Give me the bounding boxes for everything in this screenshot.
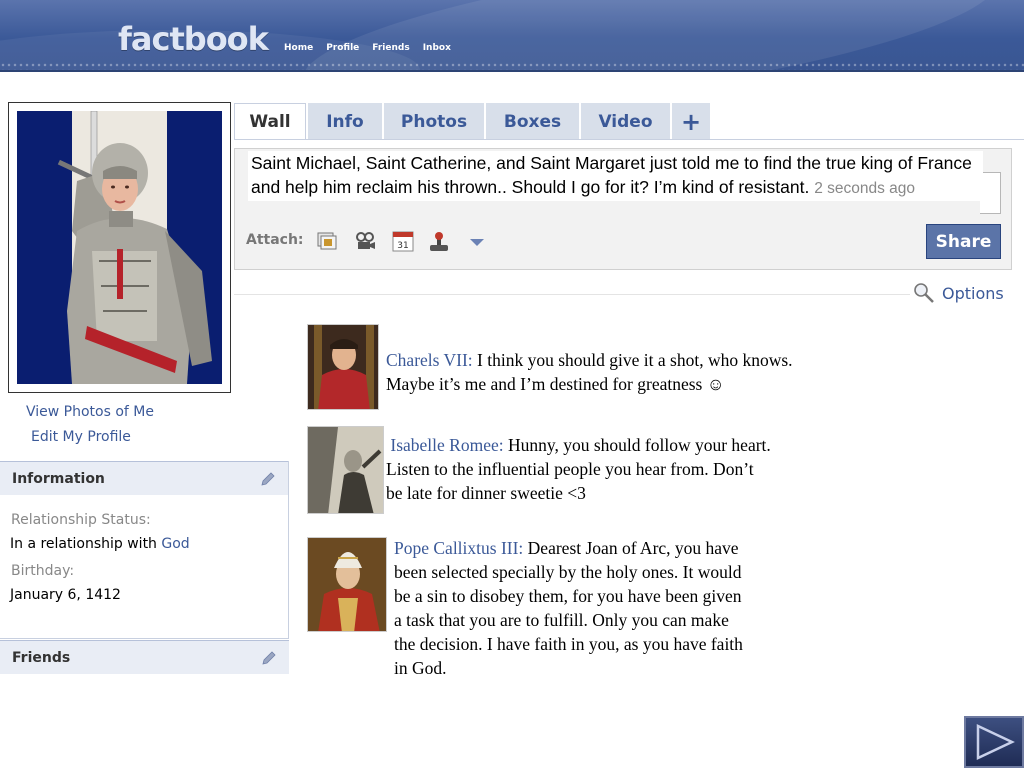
post-text: a task that you are to fulfill. Only you… — [394, 610, 729, 630]
tab-wall[interactable]: Wall — [234, 103, 306, 140]
post-text: Dearest Joan of Arc, you have — [527, 538, 739, 558]
calendar-icon[interactable]: 31 — [392, 231, 414, 252]
information-header: Information — [0, 461, 288, 495]
post-text: be a sin to disobey them, for you have b… — [394, 586, 742, 606]
tab-boxes[interactable]: Boxes — [486, 103, 579, 140]
wall-divider — [234, 294, 910, 295]
avatar[interactable] — [307, 426, 384, 514]
edit-pencil-icon[interactable] — [260, 471, 276, 487]
avatar[interactable] — [307, 537, 387, 632]
tab-add[interactable]: + — [672, 103, 710, 140]
edit-profile-link[interactable]: Edit My Profile — [31, 429, 131, 445]
relationship-value: In a relationship with God — [10, 536, 190, 552]
post-text: in God. — [394, 658, 447, 678]
video-icon[interactable] — [354, 231, 376, 252]
nav-friends[interactable]: Friends — [372, 43, 409, 53]
joystick-icon[interactable] — [428, 231, 450, 252]
calendar-day: 31 — [397, 241, 408, 251]
post-author-link[interactable]: Charels VII: — [386, 350, 473, 370]
top-header: factbook Home Profile Friends Inbox — [0, 0, 1024, 72]
photo-icon[interactable] — [316, 231, 338, 252]
friends-box: Friends — [0, 640, 289, 674]
profile-tabs: Wall Info Photos Boxes Video + — [234, 103, 710, 140]
post-isabelle-romee: Isabelle Romee: Hunny, you should follow… — [386, 433, 836, 505]
attach-label: Attach: — [246, 232, 304, 248]
top-nav: Home Profile Friends Inbox — [284, 43, 451, 53]
post-text: Hunny, you should follow your heart. — [507, 435, 771, 455]
site-logo[interactable]: factbook — [118, 20, 269, 58]
birthday-label: Birthday: — [11, 563, 75, 579]
friends-header: Friends — [0, 640, 289, 674]
play-arrow-icon — [976, 724, 1015, 760]
post-text: been selected specially by the holy ones… — [394, 562, 742, 582]
tab-photos[interactable]: Photos — [384, 103, 484, 140]
post-pope-callixtus: Pope Callixtus III: Dearest Joan of Arc,… — [394, 536, 814, 680]
relationship-prefix: In a relationship with — [10, 536, 162, 552]
share-button[interactable]: Share — [926, 224, 1001, 259]
status-input-edge[interactable] — [980, 172, 1001, 214]
tab-divider — [234, 139, 1024, 140]
post-author-link[interactable]: Isabelle Romee: — [390, 435, 503, 455]
dropdown-arrow-icon[interactable] — [466, 231, 488, 252]
profile-photo-frame — [8, 102, 231, 393]
view-photos-link[interactable]: View Photos of Me — [26, 404, 154, 420]
magnifier-icon — [914, 283, 934, 303]
status-timestamp: 2 seconds ago — [814, 180, 916, 197]
options-link[interactable]: Options — [913, 282, 1004, 304]
relationship-partner-link[interactable]: God — [161, 536, 189, 552]
post-text: be late for dinner sweetie <3 — [386, 483, 586, 503]
header-pattern — [0, 62, 1024, 70]
post-author-link[interactable]: Pope Callixtus III: — [394, 538, 523, 558]
profile-photo[interactable] — [17, 111, 222, 384]
post-text: Maybe it’s me and I’m destined for great… — [386, 374, 725, 394]
relationship-label: Relationship Status: — [11, 512, 151, 528]
post-charles-vii: Charels VII: I think you should give it … — [386, 348, 856, 396]
birthday-value: January 6, 1412 — [10, 587, 121, 603]
options-label: Options — [942, 283, 1004, 303]
nav-profile[interactable]: Profile — [326, 43, 359, 53]
post-text: the decision. I have faith in you, as yo… — [394, 634, 743, 654]
next-slide-button[interactable] — [964, 716, 1024, 768]
nav-home[interactable]: Home — [284, 43, 313, 53]
friends-title: Friends — [12, 649, 71, 666]
avatar[interactable] — [307, 324, 379, 410]
edit-pencil-icon[interactable] — [261, 650, 277, 666]
status-input[interactable]: Saint Michael, Saint Catherine, and Sain… — [248, 151, 983, 201]
post-text: I think you should give it a shot, who k… — [477, 350, 793, 370]
post-text: Listen to the influential people you hea… — [386, 459, 754, 479]
knight-portrait — [57, 111, 212, 384]
information-title: Information — [12, 470, 105, 487]
tab-info[interactable]: Info — [308, 103, 382, 140]
nav-inbox[interactable]: Inbox — [423, 43, 451, 53]
tab-video[interactable]: Video — [581, 103, 670, 140]
